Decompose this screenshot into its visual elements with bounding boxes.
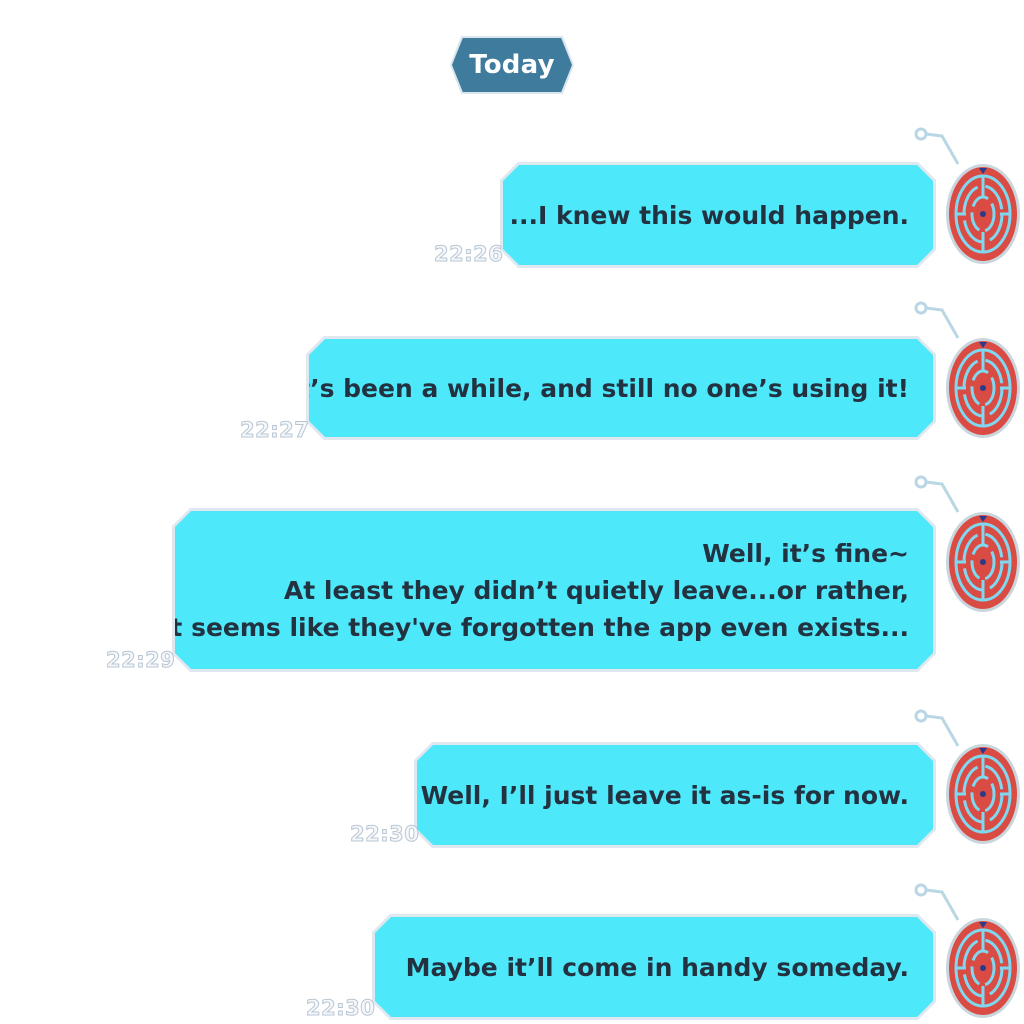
message-bubble[interactable]: Well, I’ll just leave it as-is for now. [414,742,936,848]
message-timestamp: 22:30 [305,996,376,1021]
message-timestamp: 22:29 [105,648,176,673]
message-text: It’s been a while, and still no one’s us… [288,373,909,403]
maze-avatar-icon[interactable] [944,916,1022,1020]
message-bubble[interactable]: Maybe it’ll come in handy someday. [372,914,936,1020]
message-row: ...I knew this would happen. 22:26 [0,120,1024,280]
message-text: Well, I’ll just leave it as-is for now. [420,780,909,810]
message-bubble[interactable]: It’s been a while, and still no one’s us… [306,336,936,440]
maze-avatar-icon[interactable] [944,742,1022,846]
message-timestamp: 22:26 [433,242,504,267]
maze-avatar-icon[interactable] [944,336,1022,440]
message-row: Well, it’s fine~ At least they didn’t qu… [0,468,1024,678]
message-timestamp: 22:27 [239,418,310,443]
message-text: Well, it’s fine~ At least they didn’t qu… [161,538,909,642]
message-bubble[interactable]: Well, it’s fine~ At least they didn’t qu… [172,508,936,672]
message-row: It’s been a while, and still no one’s us… [0,294,1024,454]
maze-avatar-icon[interactable] [944,510,1022,614]
chat-log: Today ...I knew this would happen. 22:26 [0,0,1024,1024]
date-divider-label: Today [469,50,555,80]
message-text: ...I knew this would happen. [509,200,909,230]
date-divider: Today [452,38,572,92]
message-text: Maybe it’ll come in handy someday. [405,952,909,982]
message-bubble[interactable]: ...I knew this would happen. [500,162,936,268]
message-row: Well, I’ll just leave it as-is for now. … [0,702,1024,862]
message-row: Maybe it’ll come in handy someday. 22:30 [0,876,1024,1024]
message-timestamp: 22:30 [349,822,420,847]
maze-avatar-icon[interactable] [944,162,1022,266]
